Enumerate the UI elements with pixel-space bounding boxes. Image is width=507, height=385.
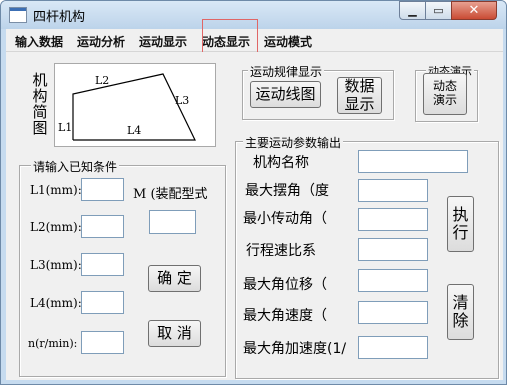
min-transmission-angle-output xyxy=(358,208,428,231)
clear-button[interactable]: 清除 xyxy=(447,284,474,340)
mechanism-name-output xyxy=(358,150,468,173)
motion-law-group-title: 运动规律显示 xyxy=(248,63,325,80)
menu-bar: 输入数据 运动分析 运动显示 动态显示 运动模式 xyxy=(6,19,503,60)
menu-motion-analysis[interactable]: 运动分析 xyxy=(77,33,125,50)
confirm-button[interactable]: 确 定 xyxy=(148,265,201,292)
max-angular-displacement-output xyxy=(358,269,428,292)
speed-input[interactable] xyxy=(81,331,124,354)
menu-motion-mode[interactable]: 运动模式 xyxy=(264,33,312,50)
l3-label: L3(mm): xyxy=(30,258,82,272)
mechanism-name-label: 机构名称 xyxy=(253,155,309,171)
max-angular-acceleration-label: 最大角加速度(1/ xyxy=(243,341,347,357)
diagram-side-label: 机构简图 xyxy=(32,71,48,137)
l2-input[interactable] xyxy=(81,215,124,238)
l1-input[interactable] xyxy=(81,178,124,201)
l4-input[interactable] xyxy=(81,291,124,314)
cancel-button[interactable]: 取 消 xyxy=(148,320,201,347)
assembly-mode-input[interactable] xyxy=(149,210,196,234)
data-display-button[interactable]: 数据 显示 xyxy=(337,77,382,114)
stroke-speed-ratio-label: 行程速比系 xyxy=(246,243,316,259)
close-icon: ✕ xyxy=(468,3,480,18)
link-label-l1: L1 xyxy=(58,121,73,134)
speed-label: n(r/min): xyxy=(28,337,78,350)
l4-label: L4(mm): xyxy=(30,296,82,310)
l2-label: L2(mm): xyxy=(30,220,82,234)
dynamic-demo-button[interactable]: 动态演示 xyxy=(423,73,467,115)
motion-line-chart-button[interactable]: 运动线图 xyxy=(250,81,321,108)
app-window-icon xyxy=(9,7,27,23)
stroke-speed-ratio-output xyxy=(358,238,428,261)
max-angular-displacement-label: 最大角位移（ xyxy=(243,277,327,293)
max-swing-angle-label: 最大摆角（度 xyxy=(245,183,329,199)
main-window: 四杆机构 ▁ ▭ ✕ 输入数据 运动分析 运动显示 动态显示 运动模式 机构简图… xyxy=(0,0,507,385)
maximize-icon: ▭ xyxy=(433,4,444,17)
maximize-button[interactable]: ▭ xyxy=(425,1,452,20)
close-button[interactable]: ✕ xyxy=(451,1,497,20)
execute-button[interactable]: 执行 xyxy=(447,196,474,252)
input-group-title: 请输入已知条件 xyxy=(31,158,120,175)
max-angular-velocity-output xyxy=(358,301,428,324)
menu-input-data[interactable]: 输入数据 xyxy=(15,33,63,50)
minimize-icon: ▁ xyxy=(408,4,417,17)
client-area: 机构简图 L2 L3 L1 L4 请输入已知条件 L1(mm): L2(mm):… xyxy=(6,52,503,380)
mechanism-diagram: L2 L3 L1 L4 xyxy=(54,63,216,147)
l3-input[interactable] xyxy=(81,253,124,276)
min-transmission-angle-label: 最小传动角（ xyxy=(243,211,327,227)
link-label-l3: L3 xyxy=(175,94,190,107)
l1-label: L1(mm): xyxy=(30,183,82,197)
output-group-title: 主要运动参数输出 xyxy=(243,134,344,151)
max-swing-angle-output xyxy=(358,179,428,202)
link-label-l2: L2 xyxy=(95,74,110,87)
window-title: 四杆机构 xyxy=(33,10,86,25)
max-angular-velocity-label: 最大角速度（ xyxy=(243,308,327,324)
menu-motion-display[interactable]: 运动显示 xyxy=(139,33,187,50)
assembly-mode-label: M (装配型式 xyxy=(133,187,208,202)
link-label-l4: L4 xyxy=(127,124,142,137)
max-angular-acceleration-output xyxy=(358,336,428,359)
minimize-button[interactable]: ▁ xyxy=(399,1,426,20)
